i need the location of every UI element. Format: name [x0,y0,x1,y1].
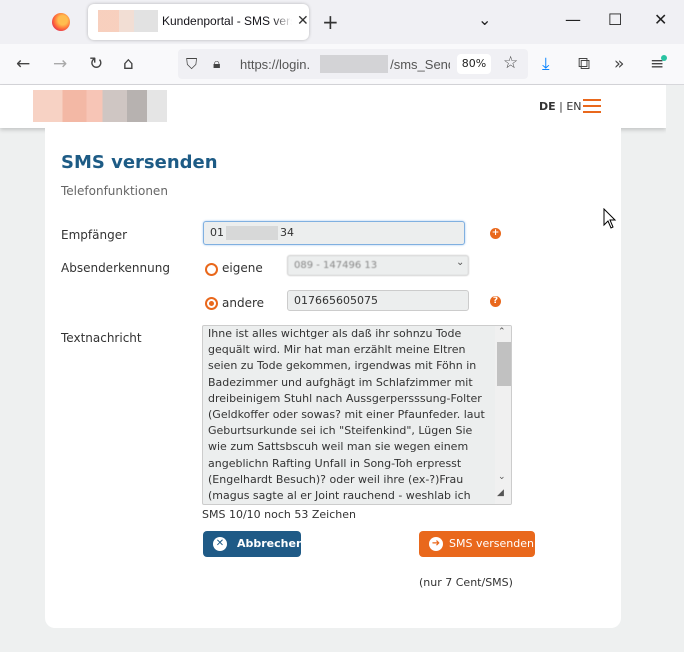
content-card: SMS versenden Telefonfunktionen Empfänge… [45,128,621,628]
page-title: SMS versenden [61,152,218,173]
recipient-suffix: 34 [280,226,294,239]
window-close-icon[interactable]: ✕ [654,10,667,29]
sender-own-select[interactable]: 089 - 147496 13 [287,255,469,276]
tab-favicon [98,10,158,32]
new-tab-icon[interactable]: + [322,10,339,34]
lang-en[interactable]: EN [566,100,581,113]
recipient-input[interactable]: 01 34 [203,221,465,245]
reload-icon[interactable]: ↻ [89,54,103,74]
sender-own-label: eigene [222,261,263,275]
sender-other-input[interactable]: 017665605075 [287,290,469,311]
cancel-label: Abbrechen [237,537,304,550]
minimize-icon[interactable]: — [565,10,581,29]
message-label: Textnachricht [61,331,142,345]
sender-other-label: andere [222,296,265,310]
home-icon[interactable]: ⌂ [123,54,134,74]
notification-dot [661,55,667,61]
price-note: (nur 7 Cent/SMS) [419,576,513,589]
language-switch: DE | EN [539,100,582,113]
zoom-level[interactable]: 80% [457,54,491,74]
scroll-thumb[interactable] [497,342,511,386]
site-header: DE | EN [0,85,666,128]
help-icon[interactable]: ? [490,296,501,307]
browser-toolbar: ← → ↻ ⌂ ⛉ 🔒︎ https://login./sms_Send 80%… [0,44,684,85]
browser-tabstrip: Kundenportal - SMS versenden ✕ + ⌄ — ☐ ✕ [0,0,684,44]
sender-own-value: 089 - 147496 13 [294,260,378,271]
browser-tab-active[interactable]: Kundenportal - SMS versenden ✕ [88,4,309,40]
tab-list-chevron-icon[interactable]: ⌄ [478,10,491,29]
forward-icon[interactable]: → [53,54,67,74]
sender-other-radio[interactable] [205,297,218,310]
sms-counter: SMS 10/10 noch 53 Zeichen [202,508,356,521]
select-chevron-icon: ⌄ [456,257,465,268]
bookmark-star-icon[interactable]: ☆ [503,53,518,73]
firefox-icon[interactable] [52,13,70,31]
maximize-icon[interactable]: ☐ [608,10,622,29]
resize-handle-icon[interactable]: ◢ [497,488,504,498]
shield-icon[interactable]: ⛉ [186,54,197,74]
back-icon[interactable]: ← [16,54,30,74]
extensions-icon[interactable]: ⧉ [578,54,590,74]
lang-de[interactable]: DE [539,100,556,113]
sender-own-radio[interactable] [205,263,218,276]
textarea-scrollbar[interactable]: ⌃ ⌄ ◢ [495,326,511,504]
sender-label: Absenderkennung [61,261,170,275]
tab-close-icon[interactable]: ✕ [297,13,309,29]
page-subtitle: Telefonfunktionen [61,184,168,198]
add-recipient-icon[interactable]: + [490,228,501,239]
close-circle-icon: ✕ [213,537,227,551]
overflow-chevrons-icon[interactable]: » [614,54,624,74]
scroll-down-icon[interactable]: ⌄ [498,472,506,482]
site-logo[interactable] [33,90,167,122]
mouse-cursor-icon [603,208,617,229]
cancel-button[interactable]: ✕ Abbrechen [203,531,304,557]
sender-other-value: 017665605075 [294,294,378,307]
send-label: SMS versenden [449,537,534,550]
page-scrollbar[interactable] [666,85,684,652]
recipient-prefix: 01 [210,226,224,239]
send-sms-button[interactable]: ➜ SMS versenden [419,531,535,557]
tab-title: Kundenportal - SMS versenden [162,14,292,28]
lock-icon[interactable]: 🔒︎ [213,54,220,74]
arrow-right-circle-icon: ➜ [429,537,443,551]
download-icon[interactable]: ⤓ [542,54,550,74]
message-text: Ihne ist alles wichtger als daß ihr sohn… [208,327,485,503]
recipient-label: Empfänger [61,228,128,242]
hamburger-menu-icon[interactable] [583,99,601,117]
recipient-redacted [226,226,278,240]
url-bar[interactable]: ⛉ 🔒︎ https://login./sms_Send 80% [178,49,528,79]
scroll-up-icon[interactable]: ⌃ [498,327,506,337]
url-redacted [320,55,388,73]
message-textarea[interactable]: Ihne ist alles wichtger als daß ihr sohn… [202,325,512,505]
lang-separator: | [555,100,567,113]
